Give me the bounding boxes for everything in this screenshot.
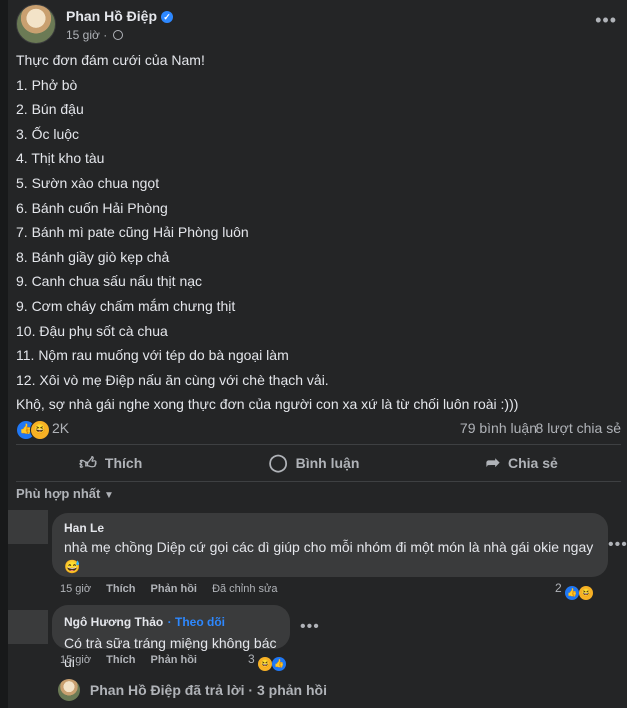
commenter-avatar[interactable] xyxy=(8,610,48,644)
comment-bubble: Ngô Hương Thảo · Theo dõi Có trà sữa trá… xyxy=(52,605,290,670)
post-line: 9. Canh chua sấu nấu thịt nạc xyxy=(16,273,203,290)
caret-down-icon: ▼ xyxy=(103,490,114,501)
like-reaction-icon: 👍 xyxy=(565,586,580,600)
share-label: Chia sẻ xyxy=(507,455,558,471)
post-line: 7. Bánh mì pate cũng Hải Phòng luôn xyxy=(16,224,249,241)
author-name-row: Phan Hồ Điệp ✓ xyxy=(66,8,174,24)
comment-time[interactable]: 15 giờ xyxy=(60,583,91,595)
follow-link[interactable]: Theo dõi xyxy=(175,615,225,629)
like-reaction-icon: 👍 xyxy=(272,657,287,671)
globe-icon xyxy=(112,30,123,40)
post-line: Khộ, sợ nhà gái nghe xong thực đơn của n… xyxy=(16,396,519,413)
comment-meta: 15 giờ Thích Phản hồi Đã chỉnh sửa xyxy=(60,583,290,595)
comment-more-icon[interactable]: ••• xyxy=(608,536,627,554)
post-line: 11. Nộm rau muống với tép do bà ngoại là… xyxy=(16,347,289,364)
comment-like-button[interactable]: Thích xyxy=(106,583,135,595)
reply-summary: Phan Hồ Điệp đã trả lời · 3 phản hồi xyxy=(89,682,327,698)
post-line: 12. Xôi vò mẹ Điệp nấu ăn cùng với chè t… xyxy=(16,371,329,388)
comment-react-count: 2 xyxy=(555,581,562,595)
comment-button[interactable]: ◯ Bình luận xyxy=(241,447,388,479)
comment-text-content: nhà mẹ chồng Diệp cứ gọi các dì giúp cho… xyxy=(64,539,594,555)
divider xyxy=(16,444,621,445)
haha-reaction-icon: 😆 xyxy=(579,586,594,600)
post-line: 8. Bánh giầy giò kẹp chả xyxy=(16,248,170,265)
post-line: 10. Đậu phụ sốt cà chua xyxy=(16,322,168,339)
haha-reaction-icon: 😆 xyxy=(30,420,50,440)
comment-reply-button[interactable]: Phản hồi xyxy=(151,583,197,595)
comment-reply-button[interactable]: Phản hồi xyxy=(151,654,197,666)
like-label: Thích xyxy=(104,455,143,471)
post-line: 2. Bún đậu xyxy=(16,101,84,118)
post-line: Thực đơn đám cưới của Nam! xyxy=(16,52,205,68)
comment-count[interactable]: 79 bình luận xyxy=(460,420,537,436)
post-line: 9. Cơm cháy chấm mắm chưng thịt xyxy=(16,297,236,314)
post-time[interactable]: 15 giờ xyxy=(66,28,100,42)
reply-author-avatar xyxy=(58,679,80,701)
post-line: 1. Phở bò xyxy=(16,76,78,93)
thumbs-up-icon: 👍︎ xyxy=(79,453,97,473)
author-avatar[interactable] xyxy=(16,4,56,44)
divider xyxy=(16,481,621,482)
comment-meta: 15 giờ Thích Phản hồi xyxy=(60,654,209,666)
author-name[interactable]: Phan Hồ Điệp xyxy=(66,8,157,24)
post-meta: 15 giờ · xyxy=(66,28,123,42)
like-button[interactable]: 👍︎ Thích xyxy=(51,447,170,480)
comment-reactions[interactable]: 2 👍 😆 xyxy=(555,581,594,600)
comment-reactions[interactable]: 3 😆 👍 xyxy=(248,652,287,671)
post-line: 6. Bánh cuốn Hải Phòng xyxy=(16,199,168,216)
comment-bubble: Han Le nhà mẹ chồng Diệp cứ gọi các dì g… xyxy=(52,513,608,577)
commenter-avatar[interactable] xyxy=(8,510,48,544)
reaction-count[interactable]: 2K xyxy=(52,420,69,436)
comment-text: nhà mẹ chồng Diệp cứ gọi các dì giúp cho… xyxy=(64,538,596,576)
comment-time[interactable]: 15 giờ xyxy=(60,654,91,666)
post-actions: 👍︎ Thích ◯ Bình luận ➦ Chia sẻ xyxy=(16,446,621,480)
post-text: Thực đơn đám cưới của Nam! 1. Phở bò 2. … xyxy=(16,48,616,417)
commenter-name[interactable]: Han Le xyxy=(64,521,596,535)
comment-label: Bình luận xyxy=(295,455,360,471)
verified-badge-icon: ✓ xyxy=(161,11,174,23)
share-count[interactable]: 8 lượt chia sẻ xyxy=(536,420,621,436)
share-arrow-icon: ➦ xyxy=(485,453,500,472)
share-button[interactable]: ➦ Chia sẻ xyxy=(458,447,586,479)
grin-emoji-icon: 😅 xyxy=(64,559,81,574)
reaction-icons[interactable]: 👍 😆 xyxy=(16,420,52,440)
more-options-icon[interactable]: ••• xyxy=(595,10,617,31)
post-card: Phan Hồ Điệp ✓ 15 giờ · ••• Thực đơn đám … xyxy=(8,0,627,708)
comment-text: Có trà sữa tráng miệng không bác ui xyxy=(64,635,277,670)
comment-more-icon[interactable]: ••• xyxy=(300,618,320,636)
post-line: 5. Sườn xào chua ngọt xyxy=(16,174,160,191)
comment-bubble-icon: ◯ xyxy=(268,453,288,472)
sort-label: Phù hợp nhất xyxy=(16,486,101,501)
comment-like-button[interactable]: Thích xyxy=(106,654,135,666)
comment-edited-label: Đã chỉnh sửa xyxy=(212,583,278,595)
haha-reaction-icon: 😆 xyxy=(258,657,273,671)
post-line: 4. Thịt kho tàu xyxy=(16,150,105,167)
post-stats: 👍 😆 2K 79 bình luận 8 lượt chia sẻ xyxy=(16,418,621,440)
comment-sort-dropdown[interactable]: Phù hợp nhất ▼ xyxy=(16,486,114,501)
view-replies-link[interactable]: Phan Hồ Điệp đã trả lời · 3 phản hồi xyxy=(58,679,327,701)
comment-react-count: 3 xyxy=(248,652,255,666)
post-line: 3. Ốc luộc xyxy=(16,125,80,142)
post-header: Phan Hồ Điệp ✓ 15 giờ · ••• xyxy=(16,4,621,44)
commenter-row: Ngô Hương Thảo · Theo dõi xyxy=(64,615,226,629)
commenter-name[interactable]: Ngô Hương Thảo xyxy=(64,615,163,629)
